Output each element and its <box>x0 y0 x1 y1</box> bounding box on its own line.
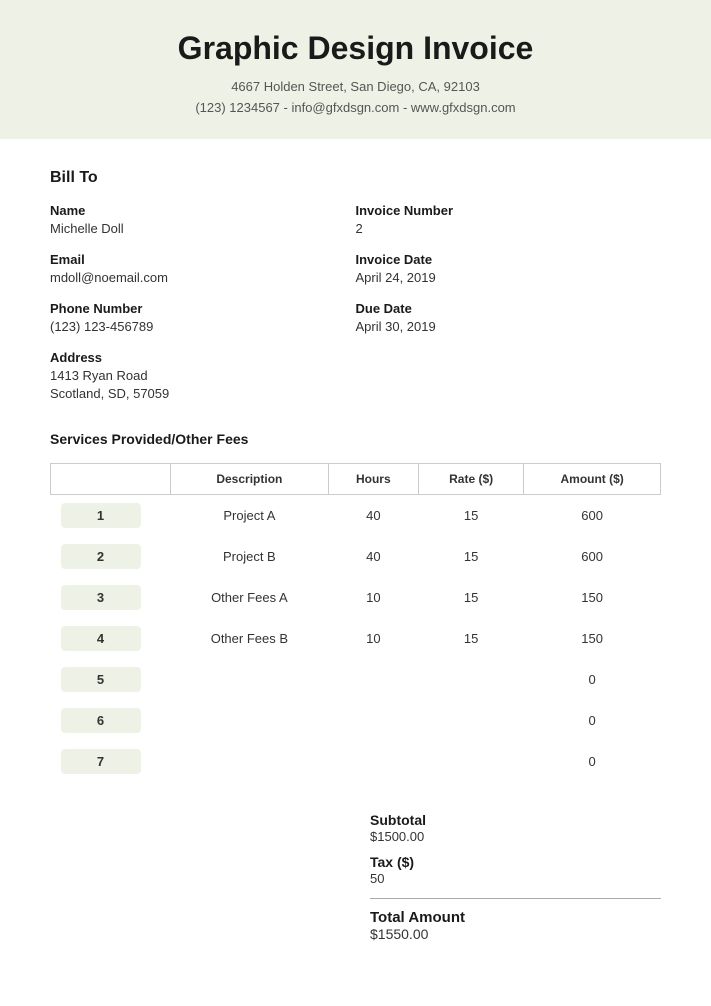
name-label: Name <box>50 203 356 218</box>
row-rate: 15 <box>418 536 523 577</box>
email-label: Email <box>50 252 356 267</box>
services-table-wrapper: Description Hours Rate ($) Amount ($) 1 … <box>50 463 661 782</box>
table-row: 5 0 <box>51 659 661 700</box>
row-amount: 0 <box>524 659 661 700</box>
subtotal-row: Subtotal $1500.00 <box>370 812 661 846</box>
address-label: Address <box>50 350 356 365</box>
row-amount: 600 <box>524 494 661 536</box>
info-due-date: Due Date April 30, 2019 <box>356 301 662 336</box>
address-line1: 1413 Ryan Road <box>50 368 148 383</box>
subtotal-label: Subtotal <box>370 812 661 828</box>
bill-to-heading: Bill To <box>50 169 661 187</box>
row-number: 7 <box>61 749 141 774</box>
info-address: Address 1413 Ryan Road Scotland, SD, 570… <box>50 350 356 403</box>
col-header-hours: Hours <box>328 463 418 494</box>
row-amount: 0 <box>524 741 661 782</box>
info-invoice-number: Invoice Number 2 <box>356 203 662 238</box>
subtotal-value: $1500.00 <box>370 829 424 844</box>
tax-value: 50 <box>370 871 384 886</box>
row-amount: 0 <box>524 700 661 741</box>
due-date-label: Due Date <box>356 301 662 316</box>
row-rate <box>418 659 523 700</box>
row-rate: 15 <box>418 577 523 618</box>
row-description: Other Fees A <box>171 577 329 618</box>
row-number: 1 <box>61 503 141 528</box>
info-name: Name Michelle Doll <box>50 203 356 238</box>
tax-row: Tax ($) 50 <box>370 854 661 888</box>
row-num-cell: 2 <box>51 536 171 577</box>
table-row: 2 Project B 40 15 600 <box>51 536 661 577</box>
header-address: 4667 Holden Street, San Diego, CA, 92103 <box>20 77 691 98</box>
row-rate <box>418 741 523 782</box>
row-num-cell: 5 <box>51 659 171 700</box>
phone-label: Phone Number <box>50 301 356 316</box>
row-rate <box>418 700 523 741</box>
row-description <box>171 659 329 700</box>
col-header-rate: Rate ($) <box>418 463 523 494</box>
invoice-number-label: Invoice Number <box>356 203 662 218</box>
row-hours: 10 <box>328 577 418 618</box>
services-table: Description Hours Rate ($) Amount ($) 1 … <box>50 463 661 782</box>
row-rate: 15 <box>418 494 523 536</box>
row-num-cell: 7 <box>51 741 171 782</box>
total-amount-value: $1550.00 <box>370 926 428 942</box>
col-header-description: Description <box>171 463 329 494</box>
row-hours <box>328 659 418 700</box>
row-hours: 10 <box>328 618 418 659</box>
invoice-number-value: 2 <box>356 221 363 236</box>
row-description: Project A <box>171 494 329 536</box>
row-num-cell: 6 <box>51 700 171 741</box>
email-value: mdoll@noemail.com <box>50 270 168 285</box>
info-invoice-date: Invoice Date April 24, 2019 <box>356 252 662 287</box>
tax-label: Tax ($) <box>370 854 661 870</box>
row-description: Project B <box>171 536 329 577</box>
phone-value: (123) 123-456789 <box>50 319 153 334</box>
invoice-date-value: April 24, 2019 <box>356 270 436 285</box>
totals-section: Subtotal $1500.00 Tax ($) 50 Total Amoun… <box>50 812 661 944</box>
address-line2: Scotland, SD, 57059 <box>50 386 169 401</box>
row-number: 4 <box>61 626 141 651</box>
info-phone: Phone Number (123) 123-456789 <box>50 301 356 336</box>
row-number: 6 <box>61 708 141 733</box>
row-num-cell: 4 <box>51 618 171 659</box>
info-grid: Name Michelle Doll Invoice Number 2 Emai… <box>50 203 661 403</box>
table-row: 3 Other Fees A 10 15 150 <box>51 577 661 618</box>
row-description: Other Fees B <box>171 618 329 659</box>
col-header-amount: Amount ($) <box>524 463 661 494</box>
row-num-cell: 3 <box>51 577 171 618</box>
due-date-value: April 30, 2019 <box>356 319 436 334</box>
row-hours <box>328 700 418 741</box>
row-number: 3 <box>61 585 141 610</box>
total-amount-label: Total Amount <box>370 909 661 926</box>
row-hours <box>328 741 418 782</box>
table-row: 1 Project A 40 15 600 <box>51 494 661 536</box>
row-number: 2 <box>61 544 141 569</box>
row-description <box>171 741 329 782</box>
col-header-empty <box>51 463 171 494</box>
table-row: 7 0 <box>51 741 661 782</box>
page-title: Graphic Design Invoice <box>20 30 691 67</box>
row-num-cell: 1 <box>51 494 171 536</box>
totals-divider <box>370 898 661 899</box>
services-section: Services Provided/Other Fees Description… <box>50 431 661 782</box>
table-row: 4 Other Fees B 10 15 150 <box>51 618 661 659</box>
services-heading: Services Provided/Other Fees <box>50 431 661 447</box>
bill-to-section: Bill To Name Michelle Doll Invoice Numbe… <box>50 169 661 403</box>
name-value: Michelle Doll <box>50 221 124 236</box>
total-amount-row: Total Amount $1550.00 <box>370 909 661 944</box>
row-amount: 150 <box>524 618 661 659</box>
table-row: 6 0 <box>51 700 661 741</box>
invoice-date-label: Invoice Date <box>356 252 662 267</box>
header-contact: (123) 1234567 - info@gfxdsgn.com - www.g… <box>20 98 691 119</box>
info-email: Email mdoll@noemail.com <box>50 252 356 287</box>
row-amount: 600 <box>524 536 661 577</box>
row-amount: 150 <box>524 577 661 618</box>
header: Graphic Design Invoice 4667 Holden Stree… <box>0 0 711 139</box>
row-hours: 40 <box>328 536 418 577</box>
row-number: 5 <box>61 667 141 692</box>
row-description <box>171 700 329 741</box>
row-rate: 15 <box>418 618 523 659</box>
row-hours: 40 <box>328 494 418 536</box>
